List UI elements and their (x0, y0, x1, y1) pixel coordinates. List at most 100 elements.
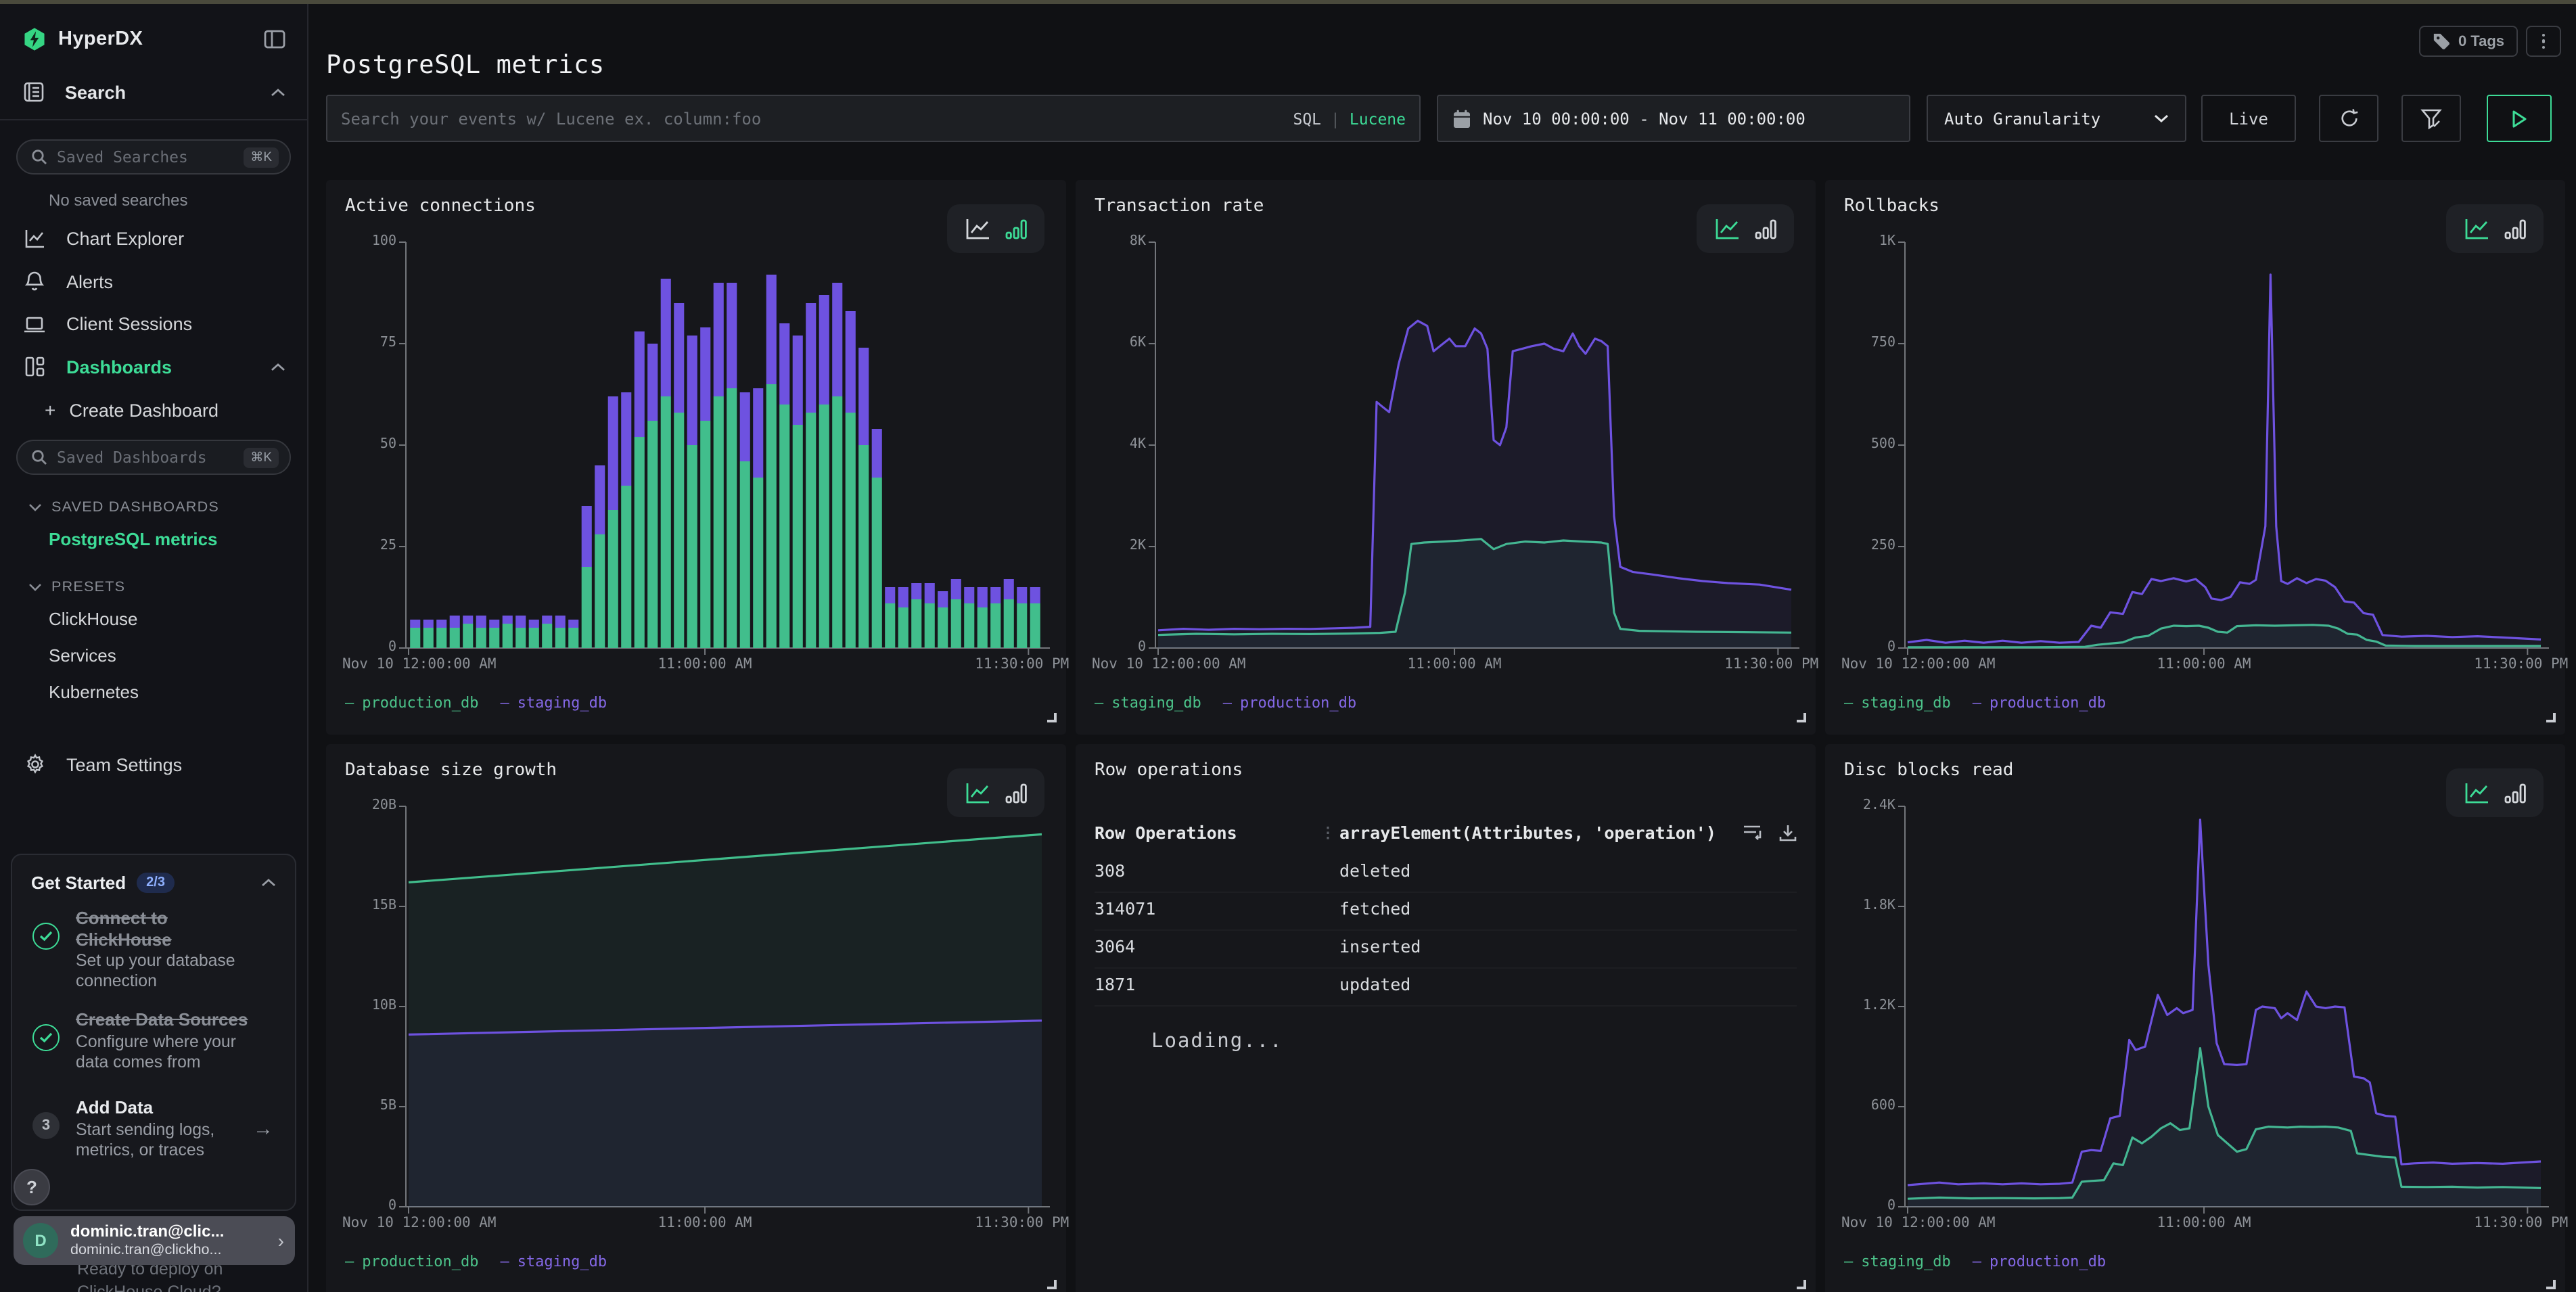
resize-handle[interactable] (1047, 713, 1057, 722)
legend-item[interactable]: —staging_db (500, 694, 607, 712)
bar-chart-icon[interactable] (1754, 217, 1777, 240)
panel-title: Active connections (345, 196, 536, 216)
line-chart-icon[interactable] (2463, 217, 2490, 240)
sidebar-preset-services[interactable]: Services (0, 637, 307, 674)
laptop-icon (23, 315, 46, 333)
legend-swatch: — (500, 694, 509, 712)
x-tick-label: Nov 10 12:00:00 AM (342, 656, 497, 672)
search-icon (31, 149, 47, 165)
sidebar-preset-kubernetes[interactable]: Kubernetes (0, 674, 307, 710)
live-button[interactable]: Live (2201, 95, 2296, 142)
filter-edit-icon (2420, 108, 2442, 129)
x-tick-label: 11:30:00 PM (2474, 1215, 2568, 1231)
legend-swatch: — (1973, 1253, 1981, 1270)
sidebar-collapse-icon[interactable] (264, 30, 285, 49)
sidebar-dashboard-postgresql-metrics[interactable]: PostgreSQL metrics (0, 521, 307, 557)
sql-mode-toggle[interactable]: SQL (1293, 109, 1321, 128)
column-header-row-operations[interactable]: Row Operations (1095, 823, 1237, 843)
resize-handle[interactable] (1797, 713, 1806, 722)
get-started-step-sources[interactable]: Create Data Sources Configure where your… (12, 998, 295, 1079)
granularity-select[interactable]: Auto Granularity (1927, 95, 2186, 142)
chevron-up-icon[interactable] (261, 878, 276, 887)
legend-item[interactable]: —staging_db (1844, 694, 1951, 712)
get-started-step-connect[interactable]: Connect to ClickHouse Set up your databa… (12, 896, 295, 998)
column-header-operation[interactable]: arrayElement(Attributes, 'operation') (1339, 823, 1716, 843)
line-chart-icon[interactable] (1714, 217, 1741, 240)
saved-searches-input[interactable]: Saved Searches ⌘K (16, 139, 291, 175)
event-search-input[interactable]: Search your events w/ Lucene ex. column:… (326, 95, 1421, 142)
get-started-footer-line2: ClickHouse Cloud? (77, 1283, 221, 1292)
run-query-button[interactable] (2487, 95, 2552, 142)
saved-dashboards-section[interactable]: SAVED DASHBOARDS (0, 486, 307, 521)
column-drag-handle[interactable]: ⋮ (1320, 824, 1335, 841)
line-chart-icon[interactable] (964, 781, 991, 804)
chart-canvas[interactable]: 02505007501K (1841, 242, 2549, 648)
avatar: D (23, 1223, 58, 1258)
presets-section[interactable]: PRESETS (0, 566, 307, 601)
shortcut-badge: ⌘K (244, 447, 279, 467)
chart-canvas[interactable]: 05B10B15B20B (342, 806, 1050, 1207)
table-row[interactable]: 314071 fetched (1095, 898, 1797, 931)
table-row[interactable]: 308 deleted (1095, 860, 1797, 893)
bar-chart-icon[interactable] (1005, 217, 1028, 240)
help-button[interactable]: ? (14, 1169, 50, 1205)
bar-chart-icon[interactable] (1005, 781, 1028, 804)
legend-item[interactable]: —staging_db (1844, 1253, 1951, 1270)
table-row[interactable]: 1871 updated (1095, 974, 1797, 1007)
get-started-step-add-data[interactable]: 3 Add Data Start sending logs, metrics, … (12, 1079, 295, 1167)
resize-handle[interactable] (1047, 1280, 1057, 1289)
legend-swatch: — (345, 1253, 354, 1270)
legend-swatch: — (1973, 694, 1981, 712)
get-started-panel: Get Started 2/3 Connect to ClickHouse Se… (11, 854, 296, 1211)
bar-chart-icon[interactable] (2504, 781, 2527, 804)
lucene-mode-toggle[interactable]: Lucene (1350, 109, 1406, 128)
legend-item[interactable]: —production_db (1223, 694, 1356, 712)
sidebar-item-team-settings[interactable]: Team Settings (0, 743, 307, 786)
legend-item[interactable]: —production_db (1973, 694, 2106, 712)
resize-handle[interactable] (1797, 1280, 1806, 1289)
legend-item[interactable]: —staging_db (500, 1253, 607, 1270)
tags-button[interactable]: 0 Tags (2419, 26, 2518, 57)
chart-canvas[interactable]: 06001.2K1.8K2.4K (1841, 806, 2549, 1207)
line-chart-icon[interactable] (2463, 781, 2490, 804)
sidebar-item-alerts[interactable]: Alerts (0, 260, 307, 303)
shortcut-badge: ⌘K (244, 147, 279, 167)
panel-title: Row operations (1095, 760, 1243, 781)
line-chart-icon[interactable] (964, 217, 991, 240)
sidebar-item-dashboards[interactable]: Dashboards (0, 345, 307, 388)
download-icon[interactable] (1779, 824, 1797, 841)
chart-type-toggle[interactable] (947, 768, 1044, 817)
legend-item[interactable]: —production_db (1973, 1253, 2106, 1270)
sidebar-item-search[interactable]: Search (0, 51, 307, 120)
refresh-button[interactable] (2319, 95, 2378, 142)
refresh-icon (2339, 108, 2359, 129)
resize-handle[interactable] (2546, 1280, 2556, 1289)
sidebar-item-client-sessions[interactable]: Client Sessions (0, 303, 307, 345)
chart-type-toggle[interactable] (1697, 204, 1794, 253)
x-tick-label: 11:00:00 AM (2157, 656, 2251, 672)
bar-chart-icon[interactable] (2504, 217, 2527, 240)
user-menu[interactable]: D dominic.tran@clic... dominic.tran@clic… (14, 1216, 295, 1265)
panel-title: Rollbacks (1844, 196, 1939, 216)
resize-handle[interactable] (2546, 713, 2556, 722)
table-row[interactable]: 3064 inserted (1095, 936, 1797, 969)
legend-item[interactable]: —production_db (345, 1253, 478, 1270)
saved-dashboards-input[interactable]: Saved Dashboards ⌘K (16, 440, 291, 475)
dashboard-menu-button[interactable] (2526, 26, 2561, 57)
chart-canvas[interactable]: 0255075100 (342, 242, 1050, 648)
dashboards-icon (23, 356, 46, 377)
chart-canvas[interactable]: 02K4K6K8K (1092, 242, 1799, 648)
date-range-picker[interactable]: Nov 10 00:00:00 - Nov 11 00:00:00 (1437, 95, 1910, 142)
create-dashboard-button[interactable]: + Create Dashboard (0, 388, 307, 432)
chart-type-toggle[interactable] (2446, 204, 2544, 253)
filter-button[interactable] (2401, 95, 2461, 142)
chart-type-toggle[interactable] (2446, 768, 2544, 817)
legend-item[interactable]: —production_db (345, 694, 478, 712)
sort-rows-icon[interactable] (1743, 824, 1763, 841)
gear-icon (23, 754, 46, 775)
x-axis-labels: Nov 10 12:00:00 AM11:00:00 AM11:30:00 PM (342, 1215, 1050, 1234)
legend-item[interactable]: —staging_db (1095, 694, 1201, 712)
sidebar-preset-clickhouse[interactable]: ClickHouse (0, 601, 307, 637)
sidebar-item-chart-explorer[interactable]: Chart Explorer (0, 218, 307, 260)
chart-type-toggle[interactable] (947, 204, 1044, 253)
